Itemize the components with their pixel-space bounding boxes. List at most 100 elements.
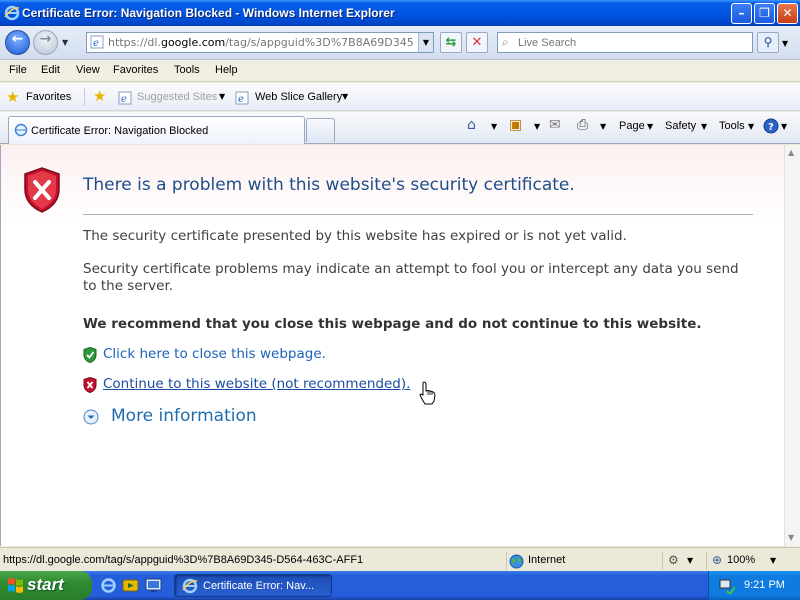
address-url[interactable]: https://dl.google.com/tag/s/appguid%3D%7… <box>108 36 413 49</box>
red-shield-x-icon <box>24 167 60 213</box>
window-title-bar[interactable]: Certificate Error: Navigation Blocked - … <box>0 0 800 26</box>
protected-mode-icon: ⚙ <box>668 553 679 567</box>
page-title: There is a problem with this website's s… <box>83 175 575 195</box>
menu-tools[interactable]: Tools <box>174 64 200 76</box>
security-zone[interactable]: Internet <box>506 552 661 570</box>
zoom-control[interactable]: ⊕ 100% ▼ <box>706 552 796 570</box>
suggested-sites-icon: e <box>118 91 132 105</box>
safety-dropdown-icon[interactable]: ▼ <box>701 122 707 131</box>
zoom-level: 100% <box>727 554 756 566</box>
page-menu[interactable]: Page <box>619 120 645 132</box>
svg-text:?: ? <box>768 122 774 133</box>
chevron-down-circle-icon[interactable] <box>83 409 99 425</box>
network-tray-icon[interactable] <box>719 578 735 594</box>
zone-label: Internet <box>528 554 566 566</box>
stop-button[interactable]: ✕ <box>466 32 488 53</box>
menu-file[interactable]: File <box>9 64 27 76</box>
quicklaunch-ie-icon[interactable] <box>100 577 117 594</box>
taskbar-ie-window[interactable]: Certificate Error: Nav... <box>174 574 332 597</box>
windows-flag-icon <box>8 578 23 593</box>
favorites-star-icon[interactable]: ★ <box>6 88 19 106</box>
web-slice-gallery-icon: e <box>235 91 249 105</box>
help-dropdown-icon[interactable]: ▼ <box>781 122 787 131</box>
suggested-sites-dropdown-icon[interactable]: ▼ <box>219 92 225 101</box>
search-input[interactable] <box>518 35 743 50</box>
back-arrow-icon: ← <box>11 31 24 47</box>
scroll-down-icon[interactable]: ▼ <box>788 533 794 542</box>
tools-dropdown-icon[interactable]: ▼ <box>748 122 754 131</box>
menu-view[interactable]: View <box>76 64 100 76</box>
start-button[interactable]: start <box>0 571 92 600</box>
mail-icon[interactable]: ✉ <box>549 117 561 133</box>
print-dropdown-icon[interactable]: ▼ <box>600 122 606 131</box>
forward-button[interactable]: → <box>33 30 58 55</box>
menu-favorites[interactable]: Favorites <box>113 64 158 76</box>
page-ie-icon: e <box>90 35 104 49</box>
continue-to-website-link[interactable]: Continue to this website (not recommende… <box>103 376 410 392</box>
suggested-sites-link[interactable]: Suggested Sites <box>137 91 217 103</box>
add-to-favorites-bar-icon[interactable]: ★ <box>93 87 106 105</box>
status-bar: https://dl.google.com/tag/s/appguid%3D%7… <box>0 547 800 571</box>
scroll-up-icon[interactable]: ▲ <box>788 148 794 157</box>
page-dropdown-icon[interactable]: ▼ <box>647 122 653 131</box>
more-information-link[interactable]: More information <box>111 406 257 426</box>
green-shield-check-icon <box>83 347 97 363</box>
address-toolbar: ← → ▼ e https://dl.google.com/tag/s/appg… <box>0 26 800 60</box>
tools-menu[interactable]: Tools <box>719 120 745 132</box>
svg-text:e: e <box>121 94 127 105</box>
search-button[interactable]: ⚲ <box>757 32 779 53</box>
start-label: start <box>27 575 64 594</box>
title-divider <box>83 214 753 215</box>
close-window-button[interactable]: ✕ <box>777 3 798 24</box>
web-slice-gallery-dropdown-icon[interactable]: ▼ <box>342 92 348 101</box>
svg-text:e: e <box>238 94 244 105</box>
stop-icon: ✕ <box>471 35 483 50</box>
protected-mode-indicator[interactable]: ⚙ ▼ <box>662 552 706 570</box>
minimize-button[interactable]: – <box>731 3 752 24</box>
menu-edit[interactable]: Edit <box>41 64 60 76</box>
svg-text:e: e <box>93 38 99 49</box>
restore-button[interactable]: ❐ <box>754 3 775 24</box>
vertical-scrollbar[interactable]: ▲ ▼ <box>784 145 800 546</box>
taskbar-ie-icon <box>182 578 198 594</box>
search-box[interactable]: ⌕ <box>497 32 753 53</box>
zoom-icon: ⊕ <box>712 553 723 567</box>
red-shield-x-small-icon <box>83 377 97 393</box>
address-bar[interactable]: e https://dl.google.com/tag/s/appguid%3D… <box>86 32 434 53</box>
tab-bar: Certificate Error: Navigation Blocked ⌂ … <box>0 112 800 144</box>
system-tray: 9:21 PM <box>708 571 800 600</box>
ie-logo-icon <box>4 5 20 21</box>
tab-certificate-error[interactable]: Certificate Error: Navigation Blocked <box>8 116 305 144</box>
new-tab-button[interactable] <box>306 118 335 142</box>
printer-icon[interactable]: ⎙ <box>577 117 588 133</box>
magnifier-icon: ⚲ <box>763 35 773 49</box>
help-icon[interactable]: ? <box>763 118 779 134</box>
status-url: https://dl.google.com/tag/s/appguid%3D%7… <box>3 554 364 566</box>
feeds-icon[interactable]: ▣ <box>509 117 522 133</box>
web-slice-gallery-link[interactable]: Web Slice Gallery <box>255 91 342 103</box>
window-title: Certificate Error: Navigation Blocked - … <box>22 6 395 20</box>
safety-menu[interactable]: Safety <box>665 120 696 132</box>
live-search-icon: ⌕ <box>502 35 509 49</box>
quicklaunch-desktop-icon[interactable] <box>145 577 162 594</box>
windows-taskbar: start Certificate Error: Nav... 9:21 PM <box>0 571 800 600</box>
menu-help[interactable]: Help <box>215 64 238 76</box>
close-webpage-link[interactable]: Click here to close this webpage. <box>103 346 326 362</box>
feeds-dropdown-icon[interactable]: ▼ <box>534 122 540 131</box>
home-icon[interactable]: ⌂ <box>467 117 476 133</box>
menu-bar: File Edit View Favorites Tools Help <box>0 60 800 82</box>
favorites-separator <box>84 88 85 106</box>
page-content: There is a problem with this website's s… <box>0 145 784 546</box>
quicklaunch-media-icon[interactable] <box>122 577 139 594</box>
protected-mode-dropdown-icon[interactable]: ▼ <box>687 556 693 565</box>
refresh-button[interactable]: ⇆ <box>440 32 462 53</box>
recent-pages-dropdown-icon[interactable]: ▼ <box>62 38 68 47</box>
address-dropdown-icon[interactable]: ▼ <box>418 33 433 52</box>
favorites-button[interactable]: Favorites <box>26 91 71 103</box>
back-button[interactable]: ← <box>5 30 30 55</box>
home-dropdown-icon[interactable]: ▼ <box>491 122 497 131</box>
zoom-dropdown-icon[interactable]: ▼ <box>770 556 776 565</box>
refresh-icon: ⇆ <box>445 35 457 50</box>
tab-page-icon <box>14 123 28 137</box>
search-options-dropdown-icon[interactable]: ▼ <box>782 39 788 48</box>
